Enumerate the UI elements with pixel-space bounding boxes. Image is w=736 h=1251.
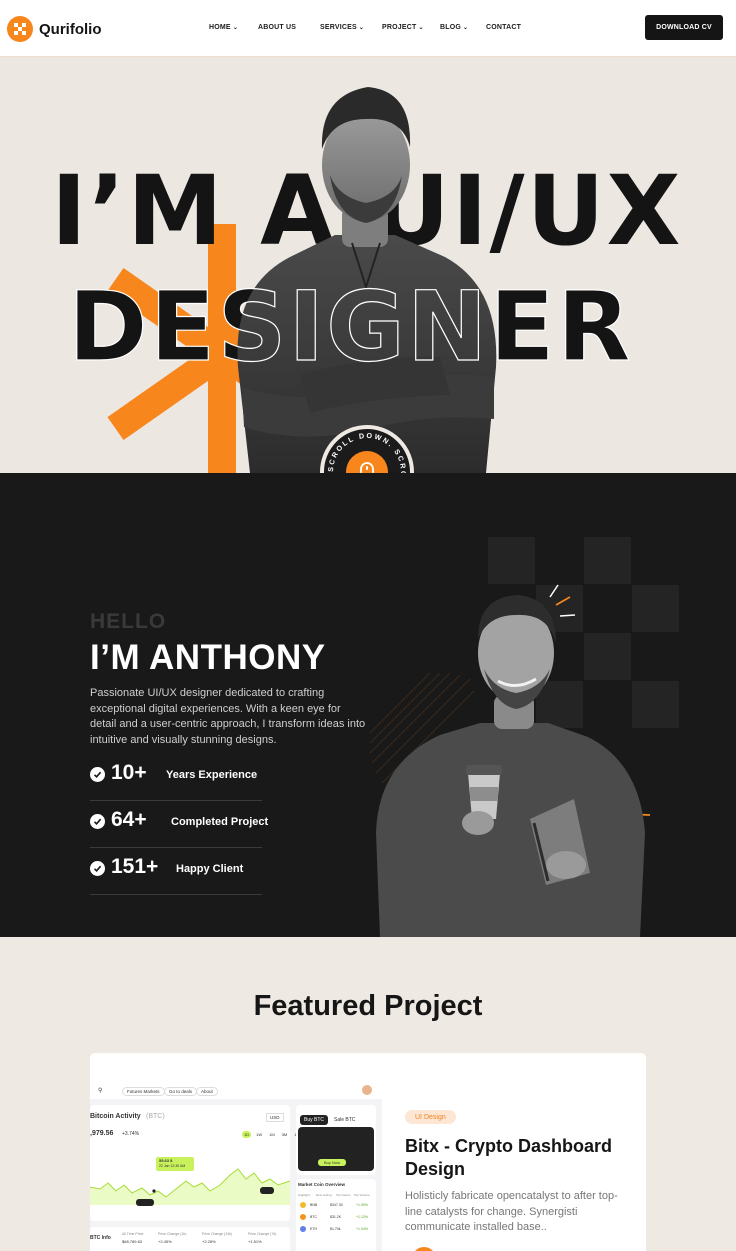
eth-icon — [300, 1226, 306, 1232]
about-section: HELLO I’M ANTHONY Passionate UI/UX desig… — [0, 473, 736, 937]
project-tag: UI Design — [405, 1110, 456, 1124]
about-description: Passionate UI/UX designer dedicated to c… — [90, 687, 366, 746]
coin-symbol: BTC — [310, 1215, 317, 1219]
buy-tab: Buy BTC — [300, 1115, 329, 1125]
search-icon: ⚲ — [98, 1088, 103, 1094]
overview-tab: Top Gainer — [336, 1193, 351, 1197]
stat-item: 10+ Years Experience — [90, 757, 262, 801]
nav-contact[interactable]: CONTACT — [486, 24, 521, 31]
hero-portrait — [237, 87, 497, 473]
currency-select: USD — [266, 1113, 284, 1122]
table-cell: +2.28% — [202, 1239, 216, 1244]
stat-value: 151+ — [111, 855, 159, 878]
project-link-button[interactable] — [412, 1247, 436, 1251]
chart-price: ,979.56 — [90, 1130, 114, 1137]
overview-tab: Highlight — [298, 1193, 310, 1197]
range-option: 3M — [281, 1132, 288, 1137]
coin-symbol: ETH — [310, 1227, 317, 1231]
chart-title: Bitcoin Activity — [90, 1113, 141, 1120]
overview-tab: New Listing — [316, 1193, 332, 1197]
range-selector: 1D 1W 1M 3M 1Y — [242, 1131, 301, 1138]
tooltip-date: 22 Jan 12:30 AM — [159, 1164, 186, 1168]
coin-change: +1.04% — [356, 1227, 368, 1231]
hero-section: I’M A UI/UX DESIGNER DESIGNER — [0, 57, 736, 473]
nav-home[interactable]: HOME ⌄ — [209, 24, 238, 31]
coin-change: +1.12% — [356, 1215, 368, 1219]
about-heading: I’M ANTHONY — [90, 638, 326, 677]
nav-services-label: SERVICES — [320, 24, 357, 31]
stat-item: 151+ Happy Client — [90, 851, 262, 895]
tooltip-price: 55.63 $ — [159, 1158, 173, 1163]
coin-price: $347.30 — [330, 1203, 343, 1207]
nav-about-label: ABOUT US — [258, 24, 297, 31]
project-title[interactable]: Bitx - Crypto Dashboard Design — [405, 1135, 625, 1181]
check-icon — [90, 814, 105, 829]
site-header: Qurifolio HOME ⌄ ABOUT US SERVICES ⌄ PROJE… — [0, 0, 736, 57]
table-header: All Time Price — [122, 1232, 144, 1236]
stat-label: Years Experience — [166, 769, 258, 781]
dashboard-tab: Futures Markets — [122, 1087, 165, 1096]
chevron-down-icon: ⌄ — [232, 24, 239, 31]
price-line-chart — [90, 1168, 290, 1206]
hello-label: HELLO — [90, 610, 167, 633]
main-nav: HOME ⌄ ABOUT US SERVICES ⌄ PROJECT ⌄ BLOG ⌄ … — [0, 24, 736, 36]
dashboard-tab: About — [196, 1087, 218, 1096]
range-option: 1D — [242, 1131, 252, 1138]
check-icon — [90, 861, 105, 876]
chevron-down-icon: ⌄ — [418, 24, 424, 31]
btc-icon — [300, 1214, 306, 1220]
stat-label: Happy Client — [176, 863, 244, 875]
chevron-down-icon: ⌄ — [358, 24, 365, 31]
sell-tab: Sale BTC — [334, 1117, 356, 1123]
table-cell: +2.45% — [158, 1239, 172, 1244]
stat-value: 10+ — [111, 761, 147, 784]
featured-heading: Featured Project — [253, 990, 483, 1022]
nav-project[interactable]: PROJECT ⌄ — [382, 24, 424, 31]
table-cell: +1.51% — [248, 1239, 262, 1244]
coin-change: +1.09% — [356, 1203, 368, 1207]
table-cell: $68,789.63 — [122, 1239, 143, 1244]
bnb-icon — [300, 1202, 306, 1208]
nav-services[interactable]: SERVICES ⌄ — [320, 24, 364, 31]
table-label: BTC Info — [90, 1235, 111, 1241]
buy-now-button: Buy Now — [318, 1159, 347, 1166]
dashboard-preview: ⚲ Futures Markets Go to deals About Bitc… — [90, 1081, 382, 1251]
range-option: 1M — [269, 1132, 275, 1137]
download-cv-button[interactable]: DOWNLOAD CV — [645, 15, 723, 40]
table-header: Price Change (7d) — [248, 1232, 277, 1236]
stat-label: Completed Project — [171, 816, 269, 828]
nav-about[interactable]: ABOUT US — [258, 24, 296, 31]
hero-outline-overlay: DESIGNER — [67, 271, 633, 383]
avatar — [362, 1085, 372, 1095]
nav-project-label: PROJECT — [382, 24, 417, 31]
coin-price: $31.2K — [330, 1215, 342, 1219]
nav-blog-label: BLOG — [440, 24, 462, 31]
coin-symbol: BNB — [310, 1203, 318, 1207]
chevron-down-icon: ⌄ — [463, 24, 469, 31]
overview-tab: Top Volume — [354, 1193, 370, 1197]
overview-title: Market Coin Overview — [298, 1182, 346, 1187]
dashboard-tab: Go to deals — [164, 1087, 198, 1096]
table-header: Price Change (1h) — [158, 1232, 187, 1236]
table-header: Price Change (24h) — [202, 1232, 233, 1236]
stat-value: 64+ — [111, 808, 147, 831]
stat-item: 64+ Completed Project — [90, 804, 268, 848]
coin-price: $1.70k — [330, 1227, 341, 1231]
scroll-down-badge[interactable]: SCROLL DOWN. SCROLL DOWN. — [320, 425, 414, 473]
check-icon — [90, 767, 105, 782]
range-option: 1W — [256, 1132, 263, 1137]
nav-blog[interactable]: BLOG ⌄ — [440, 24, 468, 31]
project-card[interactable]: ⚲ Futures Markets Go to deals About Bitc… — [90, 1053, 646, 1251]
chart-tooltip: 55.63 $ 22 Jan 12:30 AM — [156, 1157, 194, 1171]
nav-home-label: HOME — [209, 24, 231, 31]
chart-ticker: (BTC) — [146, 1113, 165, 1120]
chart-change: +3.74% — [122, 1131, 140, 1137]
project-description: Holisticly fabricate opencatalyst to aft… — [405, 1190, 618, 1233]
nav-contact-label: CONTACT — [486, 24, 522, 31]
